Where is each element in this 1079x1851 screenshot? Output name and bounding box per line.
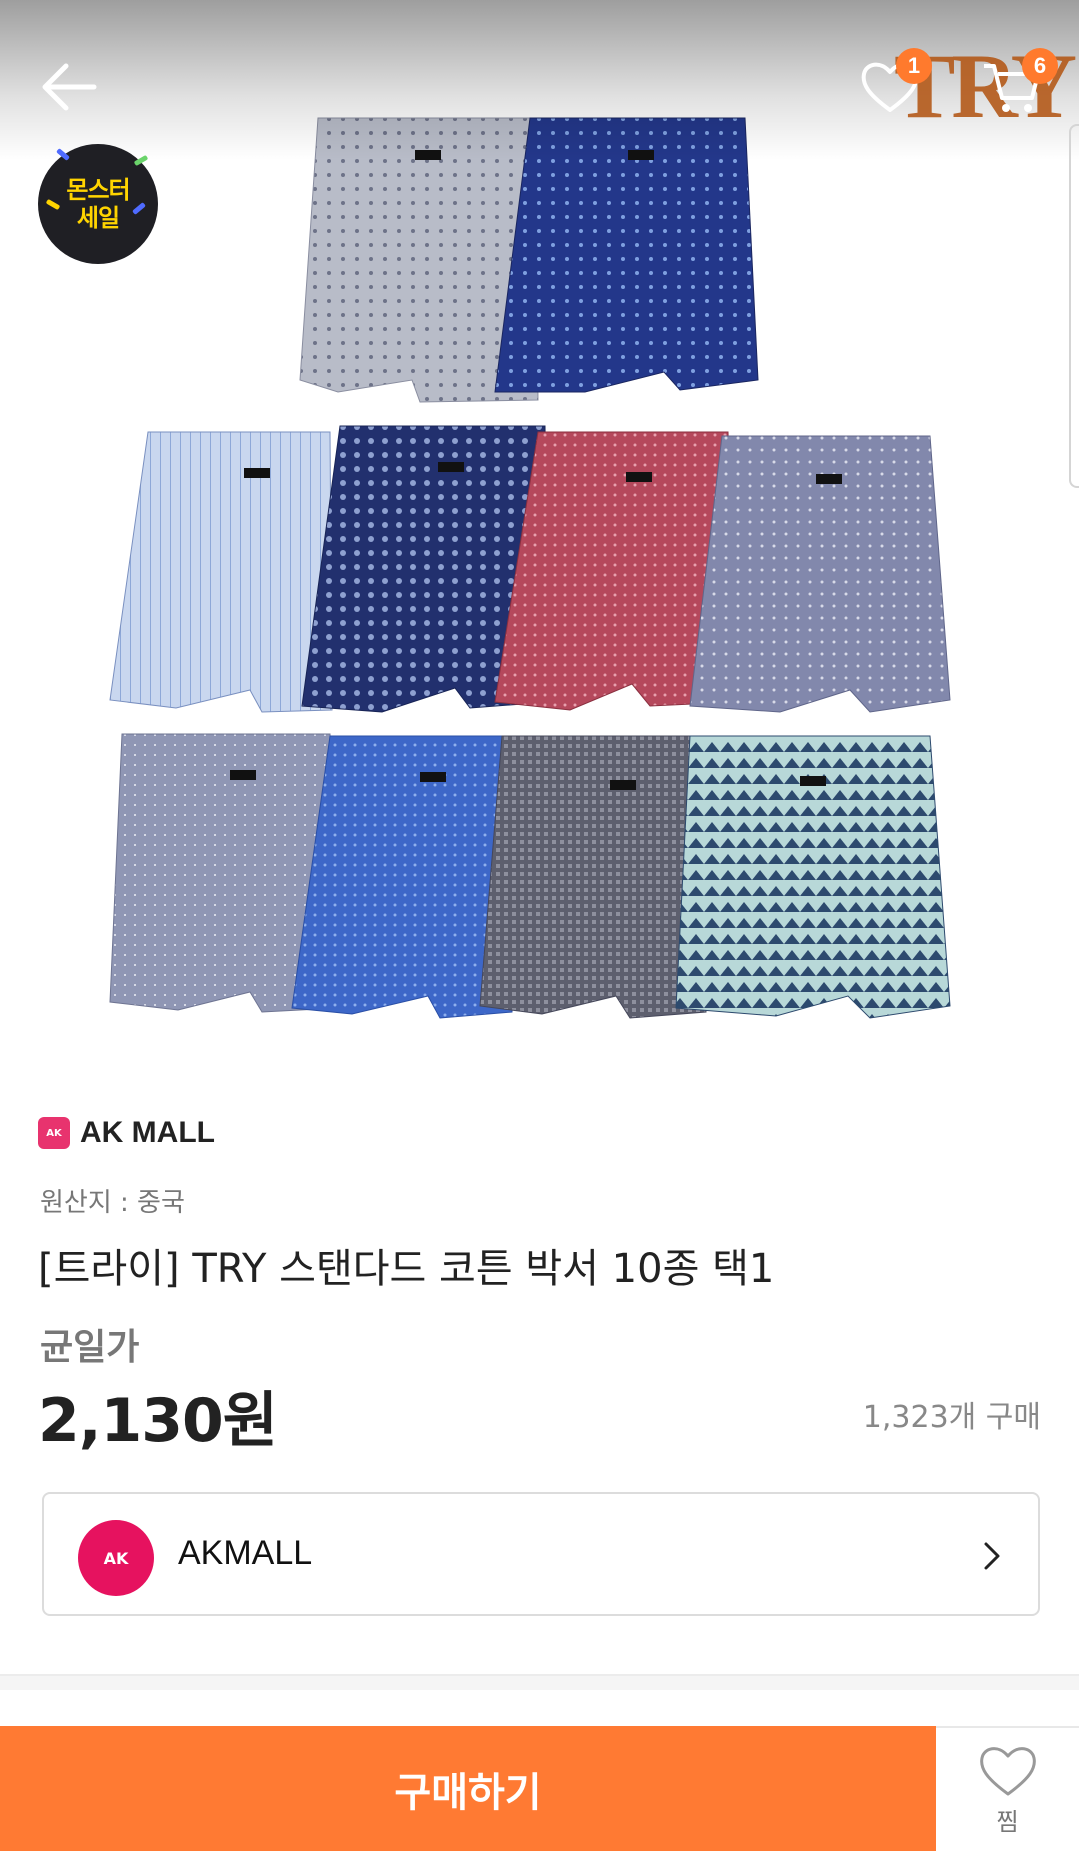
boxer-shorts-grid — [109, 117, 951, 1019]
store-logo: AK — [78, 1520, 154, 1596]
monster-sale-sticker: 몬스터 세일 — [38, 144, 158, 264]
image-scroll-indicator — [1069, 124, 1079, 488]
product-image — [109, 117, 951, 1019]
wish-button[interactable]: 찜 — [936, 1726, 1079, 1851]
wishlist-count-badge: 1 — [896, 48, 932, 84]
seller-brand-name: AK MALL — [80, 1116, 215, 1149]
promo-line-2: 세일 — [76, 204, 120, 232]
heart-icon — [979, 1747, 1036, 1796]
origin-text: 원산지 : 중국 — [40, 1188, 185, 1218]
buy-button[interactable]: 구매하기 — [0, 1726, 936, 1851]
product-title: [트라이] TRY 스탠다드 코튼 박서 10종 택1 — [38, 1246, 775, 1292]
store-name: AKMALL — [178, 1534, 313, 1572]
wish-label: 찜 — [996, 1808, 1019, 1836]
promo-line-1: 몬스터 — [66, 176, 130, 204]
ak-mall-logo-icon: AK — [38, 1117, 70, 1149]
section-divider — [0, 1674, 1079, 1690]
chevron-right-icon — [984, 1542, 1000, 1570]
cart-count-badge: 6 — [1022, 48, 1058, 84]
price-label: 균일가 — [40, 1327, 140, 1368]
seller-brand[interactable]: AK AK MALL — [38, 1116, 215, 1150]
store-card[interactable]: AK AKMALL — [42, 1492, 1040, 1616]
purchase-count: 1,323개 구매 — [862, 1400, 1041, 1435]
product-price: 2,130원 — [38, 1386, 278, 1456]
bottom-action-bar: 구매하기 찜 — [0, 1726, 1079, 1851]
product-image-area[interactable] — [0, 0, 1079, 1080]
back-button[interactable] — [36, 52, 106, 122]
arrow-left-icon — [42, 63, 97, 111]
